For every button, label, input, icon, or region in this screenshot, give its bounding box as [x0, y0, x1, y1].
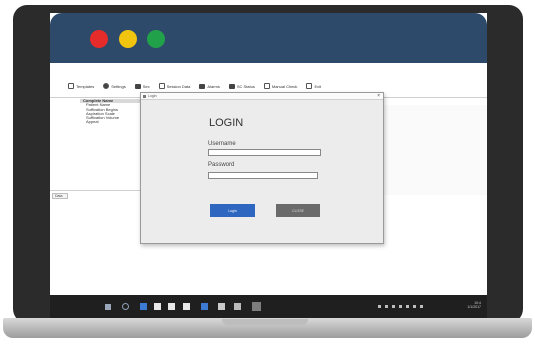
toolbar-sex-button[interactable]: Sex: [134, 83, 150, 89]
toolbar-alarms-button[interactable]: Alarms: [199, 83, 220, 89]
toolbar-sex-label: Sex: [142, 83, 150, 89]
word-icon[interactable]: [201, 303, 208, 310]
gear-icon: [103, 83, 110, 89]
password-field[interactable]: [208, 172, 318, 179]
toolbar-session-data-label: Session Data: [166, 83, 191, 89]
laptop-screen: Templates Settings Sex Session Data Alar…: [50, 13, 487, 318]
search-icon[interactable]: [122, 303, 129, 310]
laptop-notch: [222, 319, 308, 325]
file-explorer-icon[interactable]: [154, 303, 161, 310]
toolbar-exit-button[interactable]: Exit: [306, 83, 321, 89]
app-icon: [143, 95, 146, 98]
status-icon: [228, 83, 235, 89]
templates-icon: [68, 83, 74, 89]
maximize-window-button[interactable]: [147, 30, 165, 48]
panel-divider: [50, 190, 142, 191]
username-label: Username: [208, 141, 236, 147]
patient-tree: Complete Name Patient Name Suffixation B…: [80, 98, 140, 125]
window-titlebar: [50, 13, 487, 63]
clock[interactable]: 10:4 1/1/2017: [467, 301, 481, 309]
settings-icon[interactable]: [234, 303, 241, 310]
login-button[interactable]: Login: [210, 204, 255, 217]
windows-start-icon[interactable]: [105, 304, 111, 310]
toolbar-manual-check-label: Manual Check: [271, 83, 298, 89]
toolbar-templates-label: Templates: [76, 83, 95, 89]
system-tray-icons[interactable]: [378, 305, 423, 308]
minimize-window-button[interactable]: [119, 30, 137, 48]
dialog-close-icon[interactable]: ×: [377, 93, 380, 100]
edge-icon[interactable]: [140, 303, 147, 310]
password-label: Password: [208, 162, 235, 168]
toolbar-sc-status-button[interactable]: SC Status: [228, 83, 255, 89]
clock-date: 1/1/2017: [467, 305, 481, 309]
toolbar-settings-label: Settings: [111, 83, 126, 89]
data-tab[interactable]: Data: [52, 193, 68, 199]
alarm-icon: [199, 83, 206, 89]
app-icon[interactable]: [252, 302, 261, 311]
taskbar: 10:4 1/1/2017: [50, 295, 487, 318]
dialog-title: Login: [148, 94, 157, 98]
toolbar-sc-status-label: SC Status: [236, 83, 255, 89]
toolbar-alarms-label: Alarms: [207, 83, 220, 89]
dialog-titlebar: Login ×: [141, 93, 383, 100]
manual-check-icon: [263, 83, 270, 89]
toolbar-manual-check-button[interactable]: Manual Check: [263, 83, 298, 89]
toolbar-settings-button[interactable]: Settings: [103, 83, 126, 89]
sex-icon: [134, 83, 141, 89]
username-field[interactable]: [208, 149, 321, 156]
session-data-icon: [158, 83, 165, 89]
login-heading: LOGIN: [209, 117, 244, 129]
login-dialog: Login × LOGIN Username Password Login CL…: [140, 92, 384, 244]
close-button[interactable]: CLOSE: [276, 204, 320, 217]
mail-icon[interactable]: [183, 303, 190, 310]
toolbar-session-data-button[interactable]: Session Data: [158, 83, 191, 89]
tree-node[interactable]: Appeal: [80, 120, 140, 125]
exit-icon: [306, 83, 313, 89]
close-window-button[interactable]: [90, 30, 108, 48]
store-icon[interactable]: [168, 303, 175, 310]
toolbar-exit-label: Exit: [314, 83, 322, 89]
photos-icon[interactable]: [218, 303, 225, 310]
toolbar-templates-button[interactable]: Templates: [68, 83, 94, 89]
